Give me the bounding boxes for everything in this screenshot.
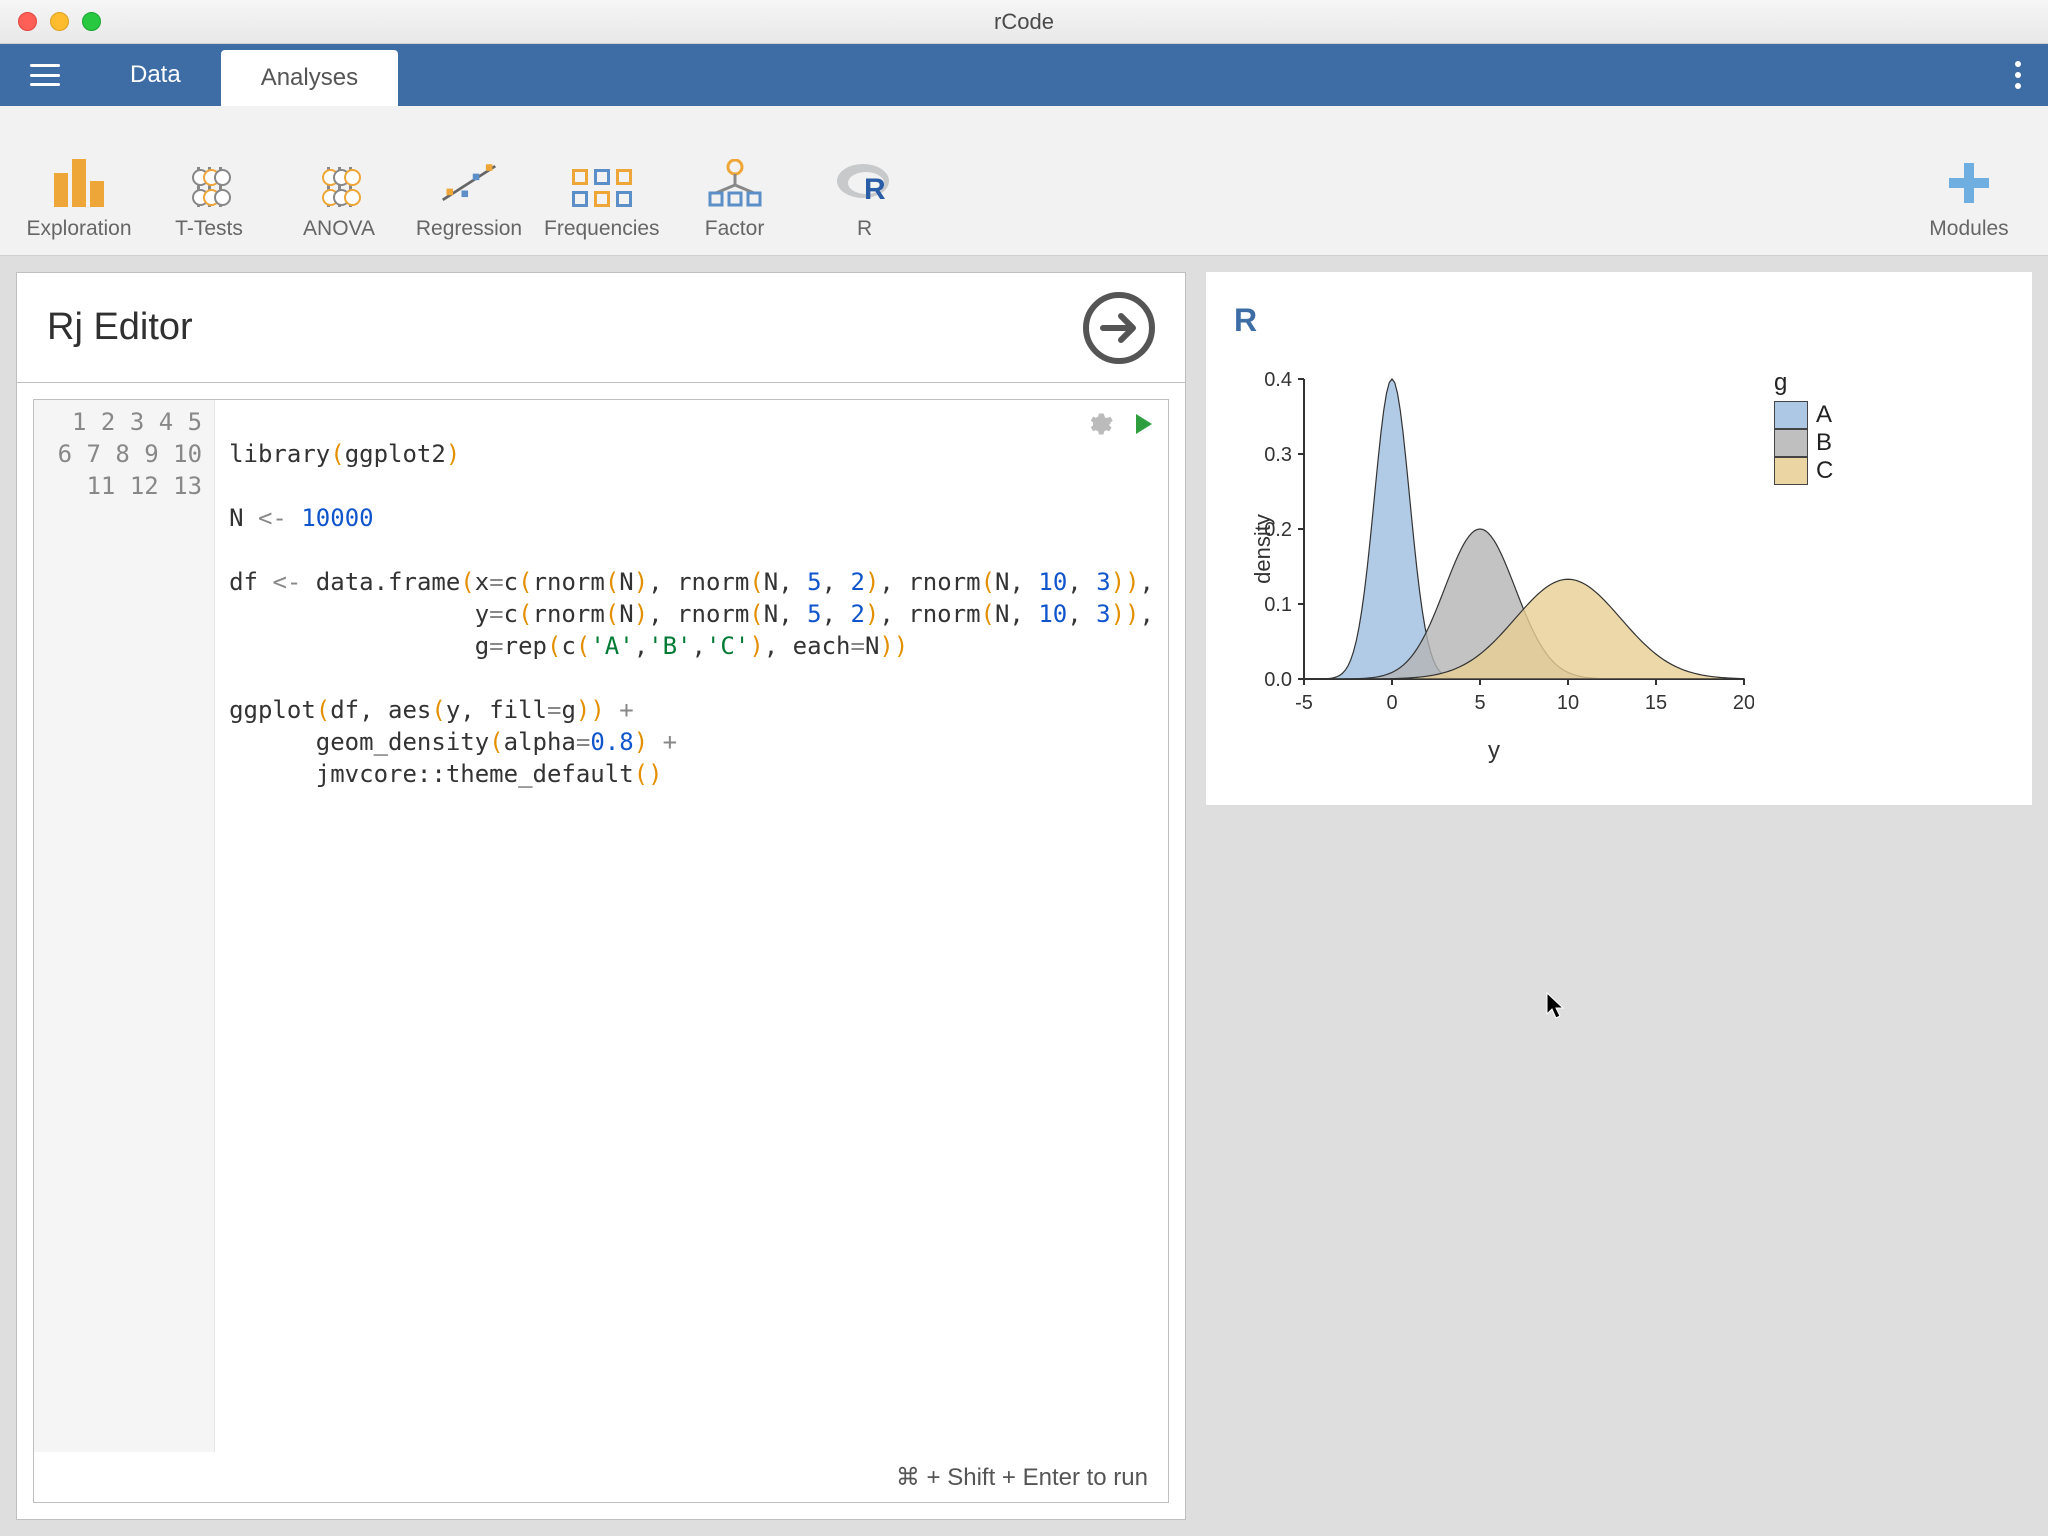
- x-axis-label: y: [1488, 737, 1500, 765]
- window-title: rCode: [0, 9, 2048, 35]
- ribbon-modules[interactable]: Modules: [1904, 121, 2034, 241]
- editor-panel: Rj Editor 1 2 3 4 5 6 7 8 9 10 11 12 13 …: [16, 272, 1186, 1520]
- ribbon-regression[interactable]: Regression: [404, 121, 534, 241]
- workspace: Rj Editor 1 2 3 4 5 6 7 8 9 10 11 12 13 …: [0, 256, 2048, 1536]
- menu-button[interactable]: [0, 44, 90, 106]
- run-arrow-button[interactable]: [1083, 292, 1155, 364]
- svg-text:20: 20: [1733, 692, 1754, 714]
- ttest-icon: [179, 155, 239, 207]
- output-title: R: [1234, 302, 2004, 339]
- factor-icon: [705, 155, 765, 207]
- ribbon-label: Frequencies: [544, 217, 660, 241]
- svg-text:0.4: 0.4: [1264, 369, 1292, 391]
- analysis-ribbon: Exploration T-Tests ANOVA Regression: [0, 106, 2048, 256]
- ribbon-label: Regression: [416, 217, 522, 241]
- legend-item-c: C: [1774, 457, 1833, 485]
- code-editor[interactable]: 1 2 3 4 5 6 7 8 9 10 11 12 13 library(gg…: [33, 399, 1169, 1503]
- ribbon-r[interactable]: R R: [800, 121, 930, 241]
- run-button[interactable]: [1134, 412, 1154, 441]
- legend: g A B C: [1774, 369, 1833, 485]
- hamburger-icon: [30, 64, 60, 86]
- maximize-icon[interactable]: [82, 12, 101, 31]
- mouse-cursor-icon: [1546, 992, 1566, 1020]
- svg-text:0.0: 0.0: [1264, 669, 1292, 691]
- editor-hint: ⌘ + Shift + Enter to run: [34, 1452, 1168, 1502]
- ribbon-exploration[interactable]: Exploration: [14, 121, 144, 241]
- regression-icon: [439, 155, 499, 207]
- plus-icon: [1939, 155, 1999, 207]
- ribbon-factor[interactable]: Factor: [670, 121, 800, 241]
- tab-label: Data: [130, 61, 181, 89]
- bars-icon: [49, 155, 109, 207]
- output-card: R density 0.00.10.20.30.4-505101520 y g …: [1206, 272, 2032, 805]
- editor-panel-header: Rj Editor: [17, 273, 1185, 383]
- plot-svg: 0.00.10.20.30.4-505101520: [1234, 369, 1754, 729]
- tab-analyses[interactable]: Analyses: [221, 50, 398, 106]
- window-controls: [0, 12, 101, 31]
- close-icon[interactable]: [18, 12, 37, 31]
- tab-label: Analyses: [261, 64, 358, 92]
- svg-text:0.3: 0.3: [1264, 444, 1292, 466]
- minimize-icon[interactable]: [50, 12, 69, 31]
- ribbon-anova[interactable]: ANOVA: [274, 121, 404, 241]
- legend-title: g: [1774, 369, 1833, 397]
- svg-text:R: R: [864, 173, 886, 206]
- output-panel: R density 0.00.10.20.30.4-505101520 y g …: [1206, 272, 2032, 1520]
- ribbon-frequencies[interactable]: Frequencies: [534, 121, 670, 241]
- legend-item-b: B: [1774, 429, 1833, 457]
- ribbon-ttests[interactable]: T-Tests: [144, 121, 274, 241]
- swatch-icon: [1774, 429, 1808, 457]
- settings-button[interactable]: [1086, 410, 1114, 443]
- kebab-icon: [2015, 61, 2021, 89]
- editor-toolbar: [1086, 410, 1154, 443]
- ribbon-label: Factor: [705, 217, 765, 241]
- legend-item-a: A: [1774, 401, 1833, 429]
- line-gutter: 1 2 3 4 5 6 7 8 9 10 11 12 13: [34, 400, 215, 1452]
- svg-text:10: 10: [1557, 692, 1579, 714]
- top-tab-bar: Data Analyses: [0, 44, 2048, 106]
- ribbon-label: Exploration: [26, 217, 131, 241]
- frequencies-icon: [572, 169, 632, 207]
- svg-text:15: 15: [1645, 692, 1667, 714]
- ribbon-label: Modules: [1929, 217, 2008, 241]
- swatch-icon: [1774, 457, 1808, 485]
- panel-title: Rj Editor: [47, 306, 193, 349]
- hint-text: ⌘ + Shift + Enter to run: [896, 1463, 1148, 1492]
- ribbon-label: ANOVA: [303, 217, 375, 241]
- overflow-menu-button[interactable]: [1988, 44, 2048, 106]
- ribbon-label: R: [857, 217, 872, 241]
- tab-data[interactable]: Data: [90, 44, 221, 106]
- svg-text:5: 5: [1474, 692, 1485, 714]
- svg-text:-5: -5: [1295, 692, 1313, 714]
- r-logo-icon: R: [835, 155, 895, 207]
- anova-icon: [309, 155, 369, 207]
- titlebar: rCode: [0, 0, 2048, 44]
- svg-text:0.1: 0.1: [1264, 594, 1292, 616]
- ribbon-label: T-Tests: [175, 217, 243, 241]
- code-content[interactable]: library(ggplot2) N <- 10000 df <- data.f…: [215, 400, 1168, 1452]
- swatch-icon: [1774, 401, 1808, 429]
- svg-text:0: 0: [1386, 692, 1397, 714]
- density-plot: density 0.00.10.20.30.4-505101520 y g A …: [1234, 369, 2004, 765]
- y-axis-label: density: [1250, 514, 1276, 584]
